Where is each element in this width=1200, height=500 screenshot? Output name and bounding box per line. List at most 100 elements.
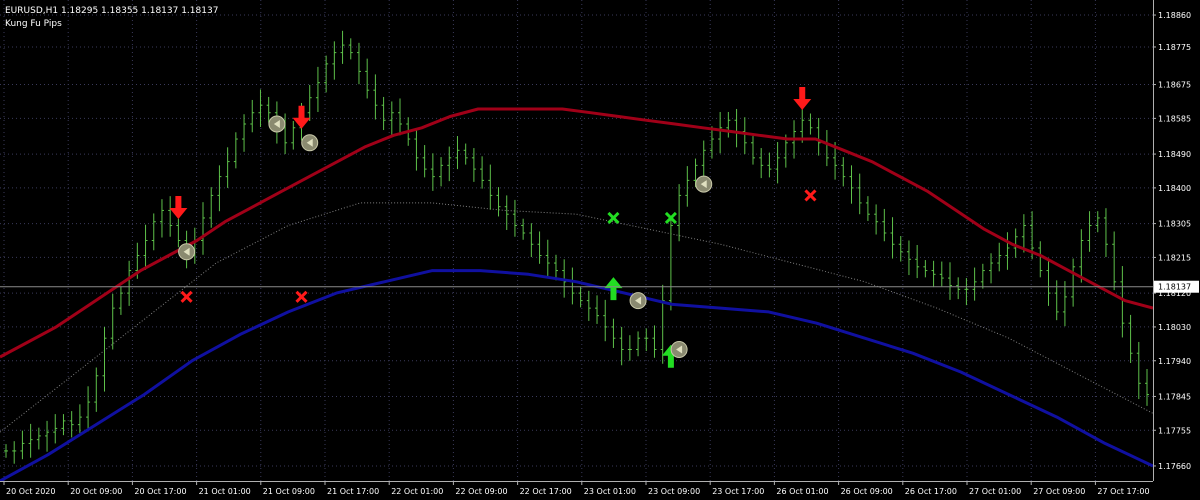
price-bar — [775, 142, 780, 184]
price-bar — [718, 111, 723, 154]
price-label: 1.18305 — [1158, 220, 1191, 229]
price-bar — [422, 145, 427, 178]
price-bar — [545, 239, 550, 278]
price-axis[interactable]: 1.18860 1.18775 1.18675 1.18585 1.18490 1.184… — [1153, 0, 1200, 481]
price-bar — [947, 262, 952, 300]
price-label: 1.18675 — [1158, 81, 1191, 90]
price-bar — [258, 89, 263, 128]
price-bar — [233, 132, 238, 169]
price-label: 1.18215 — [1158, 253, 1191, 262]
price-bar — [890, 217, 895, 259]
price-bar — [1145, 369, 1149, 406]
price-bar — [964, 278, 969, 306]
chart-grid — [0, 0, 1153, 481]
price-bar — [94, 367, 99, 412]
symbol-info: EURUSD,H1 1.18295 1.18355 1.18137 1.1813… — [5, 6, 219, 16]
price-bar — [356, 42, 361, 85]
time-label: 21 Oct 01:00 — [199, 487, 251, 496]
price-label: 1.17660 — [1158, 462, 1191, 471]
price-bar — [882, 208, 887, 242]
time-label: 23 Oct 17:00 — [712, 487, 764, 496]
price-bar — [250, 99, 255, 133]
price-bar — [102, 326, 107, 392]
price-bar — [1112, 231, 1117, 291]
price-chart[interactable] — [0, 0, 1153, 481]
price-bar — [808, 113, 813, 135]
price-bar — [291, 121, 296, 150]
price-bar — [915, 245, 920, 279]
time-label: 26 Oct 09:00 — [841, 487, 893, 496]
signal-circle-icon — [695, 175, 713, 193]
price-label: 1.18585 — [1158, 114, 1191, 123]
price-bar — [315, 66, 320, 112]
price-bar — [660, 284, 665, 364]
price-label: 1.18030 — [1158, 323, 1191, 332]
price-bar — [865, 196, 870, 221]
price-bar — [849, 165, 854, 204]
price-bar — [414, 129, 419, 171]
price-bar — [931, 260, 936, 288]
price-bar — [455, 136, 460, 170]
price-bar — [750, 136, 755, 165]
price-label: 1.18490 — [1158, 150, 1191, 159]
price-bar — [1128, 314, 1133, 364]
price-bar — [767, 152, 772, 178]
price-bar — [734, 108, 739, 148]
price-bar — [439, 157, 444, 187]
price-bar — [1103, 208, 1108, 258]
sell-arrow-icon — [169, 195, 188, 219]
price-label: 1.18860 — [1158, 11, 1191, 20]
price-bar — [430, 153, 435, 191]
price-bar — [726, 111, 731, 138]
price-bar — [398, 98, 403, 136]
time-label: 27 Oct 17:00 — [1097, 487, 1149, 496]
signal-circle-icon — [301, 134, 319, 152]
price-bar — [86, 386, 91, 432]
price-bar — [45, 420, 50, 452]
price-bar — [841, 157, 846, 187]
price-bar — [685, 166, 690, 207]
price-bar — [201, 202, 206, 255]
price-label: 1.17845 — [1158, 392, 1191, 401]
price-bar — [12, 441, 17, 464]
price-label: 1.17940 — [1158, 357, 1191, 366]
price-bar — [627, 335, 632, 361]
price-bar — [69, 411, 74, 438]
exit-cross-icon — [607, 211, 620, 225]
price-bar — [611, 318, 616, 348]
price-bar — [636, 331, 641, 357]
price-bar — [77, 404, 82, 433]
price-bar — [644, 328, 649, 351]
price-bar — [709, 126, 714, 159]
price-bar — [168, 196, 173, 237]
time-label: 23 Oct 09:00 — [648, 487, 700, 496]
band-series — [0, 107, 1153, 481]
price-bar — [677, 184, 682, 242]
midline — [0, 202, 1153, 433]
price-bar — [110, 293, 115, 350]
price-bar — [365, 58, 370, 99]
price-bar — [176, 218, 181, 248]
price-bar — [1046, 260, 1051, 306]
price-bar — [307, 84, 312, 122]
price-label: 1.17755 — [1158, 426, 1191, 435]
price-bar — [480, 156, 485, 189]
time-axis[interactable]: 20 Oct 2020 20 Oct 09:00 20 Oct 17:00 21 Oc… — [0, 481, 1153, 500]
time-label: 26 Oct 17:00 — [905, 487, 957, 496]
price-bar — [956, 277, 961, 300]
price-bar — [1071, 258, 1076, 307]
time-label: 26 Oct 01:00 — [776, 487, 828, 496]
price-bar — [701, 140, 706, 179]
signal-circle-icon — [178, 243, 196, 261]
price-bar — [159, 199, 164, 238]
price-bar — [242, 114, 247, 152]
price-bar — [521, 218, 526, 240]
signal-circle-icon — [670, 340, 688, 358]
exit-cross-icon — [180, 290, 193, 303]
time-label: 20 Oct 17:00 — [134, 487, 186, 496]
price-bar — [824, 130, 829, 167]
price-label: 1.18775 — [1158, 43, 1191, 52]
price-bar — [266, 96, 271, 123]
price-bar — [28, 423, 33, 458]
price-bar — [36, 427, 41, 450]
